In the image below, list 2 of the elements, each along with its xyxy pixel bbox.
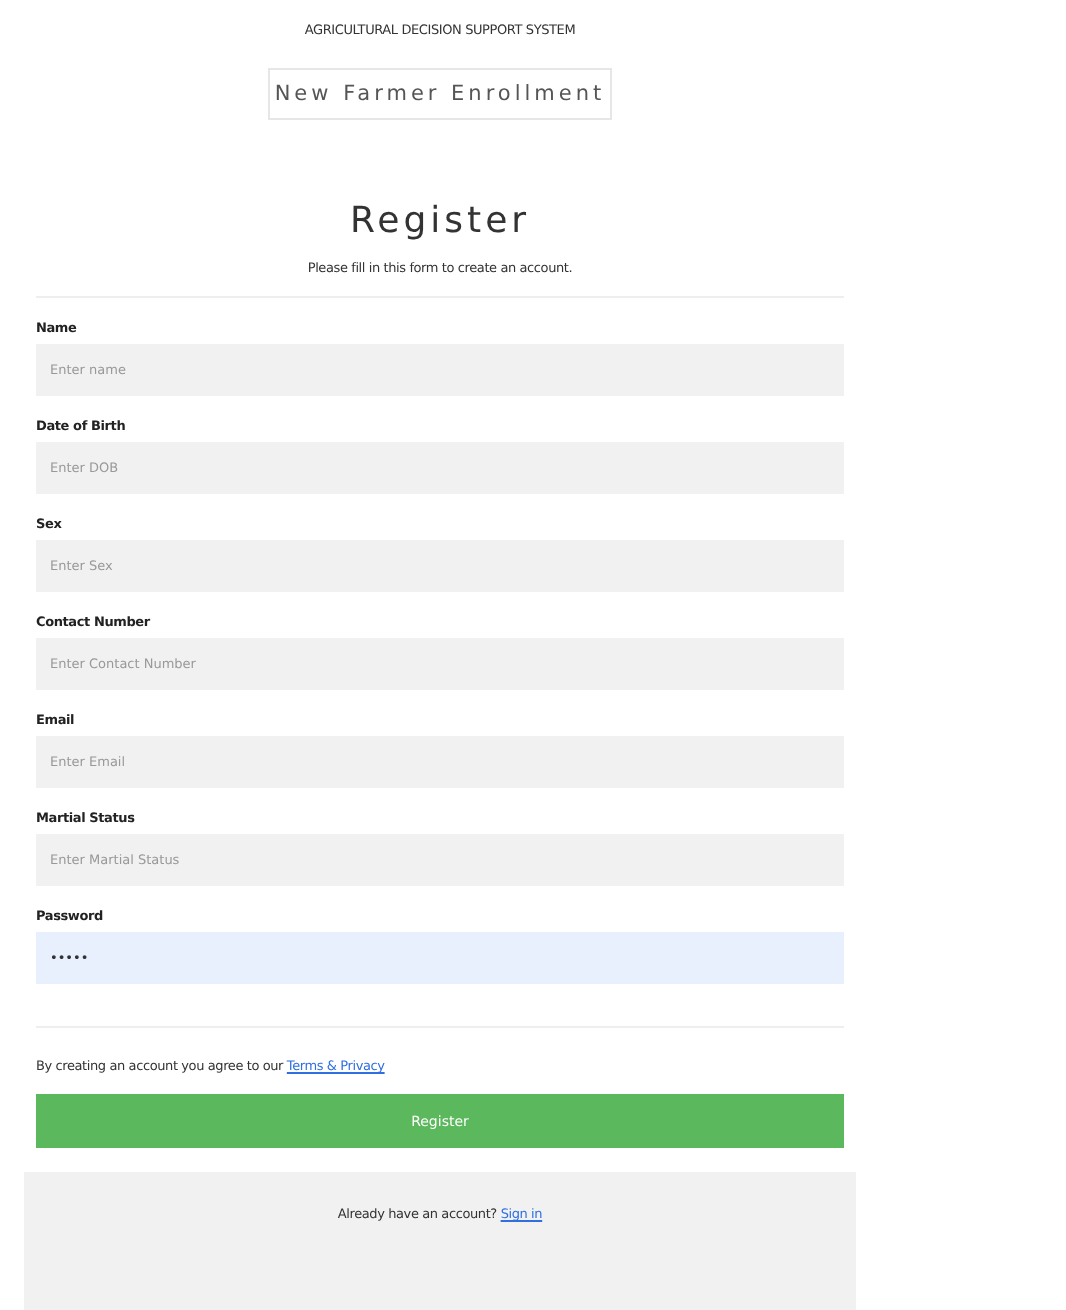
page-title: New Farmer Enrollment: [268, 68, 612, 120]
form-title: Register: [349, 200, 531, 242]
